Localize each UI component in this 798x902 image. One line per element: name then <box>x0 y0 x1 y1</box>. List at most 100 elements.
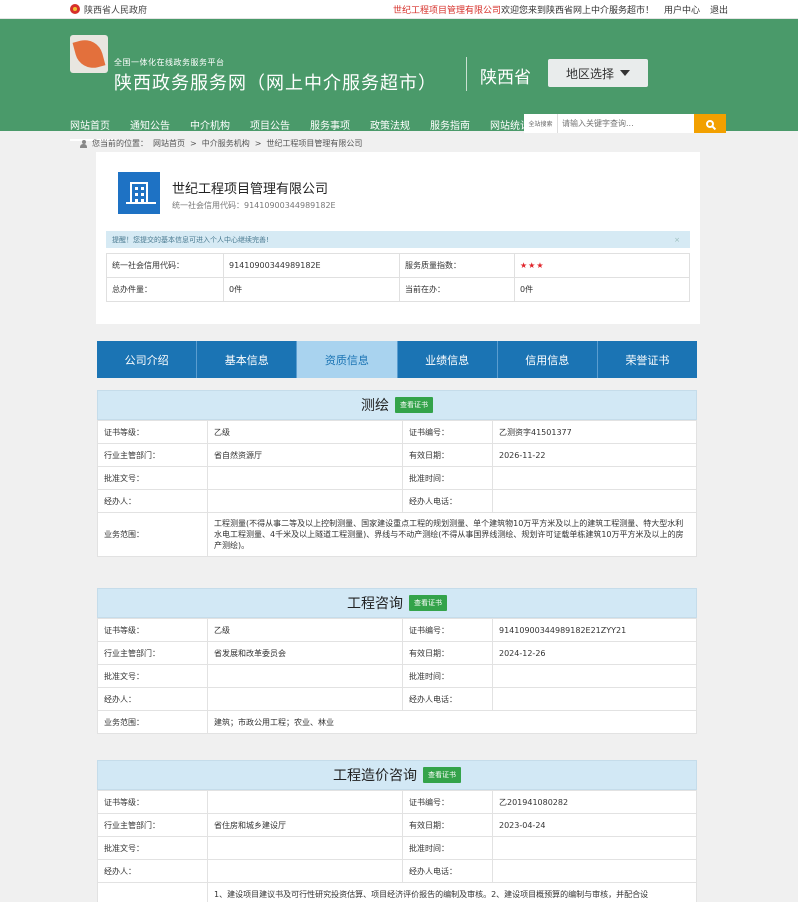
nav-item-policies[interactable]: 政策法规 <box>370 117 430 139</box>
section-header: 工程咨询 查看证书 <box>97 588 697 618</box>
logout-link[interactable]: 退出 <box>710 3 728 16</box>
field-label: 证书等级： <box>97 618 208 642</box>
nav-item-guide[interactable]: 服务指南 <box>430 117 490 139</box>
table-row: 行业主管部门： 省住房和城乡建设厅 有效日期： 2023-04-24 <box>97 813 697 837</box>
search-scope[interactable]: 全站搜索 <box>524 114 558 133</box>
field-label: 批准文号： <box>97 466 208 490</box>
table-row: 经办人： 经办人电话： <box>97 859 697 883</box>
nav-item-home[interactable]: 网站首页 <box>70 117 130 141</box>
field-label: 业务范围： <box>97 512 208 557</box>
credit-code-label: 统一社会信用代码： <box>172 201 244 210</box>
tab-credit[interactable]: 信用信息 <box>498 341 598 378</box>
table-row: 统一社会信用代码： 91410900344989182E 服务质量指数： ★★★ <box>106 253 690 278</box>
close-icon[interactable]: × <box>674 236 680 244</box>
section-title: 测绘 <box>361 398 389 414</box>
breadcrumb-home[interactable]: 网站首页 <box>153 138 185 149</box>
breadcrumb-agencies[interactable]: 中介服务机构 <box>202 138 250 149</box>
field-label: 证书编号： <box>402 420 493 444</box>
table-row: 证书等级： 证书编号： 乙201941080282 <box>97 790 697 814</box>
qualification-section: 工程造价咨询 查看证书 证书等级： 证书编号： 乙201941080282 行业主管… <box>97 760 697 902</box>
field-value: 91410900344989182E21ZYY21 <box>492 618 697 642</box>
breadcrumb-prefix: 您当前的位置： <box>92 139 148 148</box>
tab-performance[interactable]: 业绩信息 <box>398 341 498 378</box>
qualification-section: 工程咨询 查看证书 证书等级： 乙级 证书编号： 91410900344989182E… <box>97 588 697 734</box>
tab-basic-info[interactable]: 基本信息 <box>197 341 298 378</box>
breadcrumb-sep: > <box>254 139 262 148</box>
top-bar: 陕西省人民政府 世纪工程项目管理有限公司欢迎您来到陕西省网上中介服务超市！ 用户… <box>0 0 798 19</box>
field-label: 证书编号： <box>402 790 493 814</box>
field-label: 有效日期： <box>402 813 493 837</box>
table-row: 行业主管部门： 省自然资源厅 有效日期： 2026-11-22 <box>97 443 697 467</box>
info-label: 当前在办： <box>399 277 515 302</box>
nav-item-projects[interactable]: 项目公告 <box>250 117 310 139</box>
table-row: 总办件量： 0件 当前在办： 0件 <box>106 277 690 302</box>
breadcrumb: 您当前的位置： 网站首页 > 中介服务机构 > 世纪工程项目管理有限公司 <box>80 138 362 149</box>
field-label <box>97 882 208 902</box>
field-value: 2023-04-24 <box>492 813 697 837</box>
field-label: 证书编号： <box>402 618 493 642</box>
tab-honors[interactable]: 荣誉证书 <box>598 341 697 378</box>
field-label: 批准文号： <box>97 836 208 860</box>
site-title: 陕西政务服务网（网上中介服务超市） <box>114 73 437 94</box>
company-card: 世纪工程项目管理有限公司 统一社会信用代码：91410900344989182E… <box>96 152 700 324</box>
view-certificate-button[interactable]: 查看证书 <box>395 397 433 413</box>
site-logo[interactable] <box>70 35 108 73</box>
field-label: 有效日期： <box>402 641 493 665</box>
breadcrumb-current: 世纪工程项目管理有限公司 <box>266 139 363 148</box>
region-select-button[interactable]: 地区选择 <box>548 59 648 87</box>
company-credit-code: 统一社会信用代码：91410900344989182E <box>172 200 336 211</box>
info-value: 0件 <box>223 277 400 302</box>
field-value <box>207 489 403 513</box>
field-value <box>492 466 697 490</box>
table-row: 1、建设项目建议书及可行性研究投资估算、项目经济评价报告的编制及审核。2、建设项… <box>97 882 697 902</box>
building-icon <box>118 172 160 214</box>
info-label: 总办件量： <box>106 277 224 302</box>
field-value: 省发展和改革委员会 <box>207 641 403 665</box>
field-value: 乙测资字41501377 <box>492 420 697 444</box>
quality-stars: ★★★ <box>514 253 690 278</box>
nav-item-notices[interactable]: 通知公告 <box>130 117 190 139</box>
view-certificate-button[interactable]: 查看证书 <box>423 767 461 783</box>
field-value: 2024-12-26 <box>492 641 697 665</box>
field-label: 行业主管部门： <box>97 813 208 837</box>
field-value: 乙级 <box>207 420 403 444</box>
field-value <box>207 836 403 860</box>
field-label: 经办人： <box>97 859 208 883</box>
table-row: 证书等级： 乙级 证书编号： 乙测资字41501377 <box>97 420 697 444</box>
info-label: 服务质量指数： <box>399 253 515 278</box>
gov-link[interactable]: 陕西省人民政府 <box>70 3 147 16</box>
qualification-table: 证书等级： 乙级 证书编号： 乙测资字41501377 行业主管部门： 省自然资源厅 有效… <box>97 420 697 557</box>
search-bar: 全站搜索 <box>524 114 726 133</box>
credit-code-value: 91410900344989182E <box>244 201 336 210</box>
field-value <box>207 687 403 711</box>
table-row: 经办人： 经办人电话： <box>97 489 697 513</box>
table-row: 批准文号： 批准时间： <box>97 836 697 860</box>
field-value: 省住房和城乡建设厅 <box>207 813 403 837</box>
company-name: 世纪工程项目管理有限公司 <box>172 182 329 197</box>
table-row: 经办人： 经办人电话： <box>97 687 697 711</box>
view-certificate-button[interactable]: 查看证书 <box>409 595 447 611</box>
field-value: 乙级 <box>207 618 403 642</box>
business-scope: 1、建设项目建议书及可行性研究投资估算、项目经济评价报告的编制及审核。2、建设项… <box>207 882 697 902</box>
tab-qualification[interactable]: 资质信息 <box>297 341 398 378</box>
user-center-link[interactable]: 用户中心 <box>664 3 700 16</box>
field-value <box>492 489 697 513</box>
field-label: 有效日期： <box>402 443 493 467</box>
region-select-label: 地区选择 <box>565 66 614 81</box>
search-input[interactable] <box>558 114 694 133</box>
national-emblem-icon <box>70 4 80 14</box>
table-row: 批准文号： 批准时间： <box>97 466 697 490</box>
tab-intro[interactable]: 公司介绍 <box>97 341 198 378</box>
field-label: 批准时间： <box>402 664 493 688</box>
table-row: 证书等级： 乙级 证书编号： 91410900344989182E21ZYY21 <box>97 618 697 642</box>
field-value <box>492 687 697 711</box>
field-value <box>207 859 403 883</box>
nav-item-agencies[interactable]: 中介机构 <box>190 117 250 139</box>
field-label: 经办人电话： <box>402 489 493 513</box>
search-button[interactable] <box>694 114 726 133</box>
nav-item-services[interactable]: 服务事项 <box>310 117 370 139</box>
company-info-table: 统一社会信用代码： 91410900344989182E 服务质量指数： ★★★… <box>106 253 690 302</box>
search-icon <box>706 119 714 128</box>
header-divider <box>466 57 467 91</box>
field-value <box>207 790 403 814</box>
